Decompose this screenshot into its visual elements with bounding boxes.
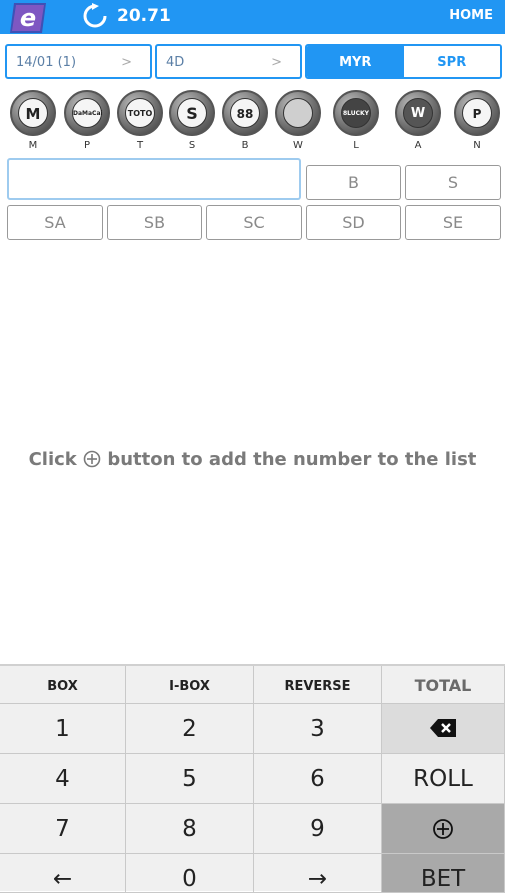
reverse-button[interactable]: REVERSE	[254, 666, 382, 704]
lottery-a[interactable]: W A	[393, 90, 443, 151]
chevron-right-icon: >	[121, 55, 132, 70]
total-label: TOTAL	[382, 666, 505, 704]
sabah88-logo-icon: 88	[222, 90, 268, 136]
lottery-w[interactable]: W	[273, 90, 323, 151]
circle-plus-icon	[83, 450, 101, 468]
singapore-pools-logo-icon: S	[169, 90, 215, 136]
key-4[interactable]: 4	[0, 754, 126, 804]
balance-amount: 20.71	[117, 6, 171, 26]
perdana-logo-icon: P	[454, 90, 500, 136]
backspace-button[interactable]	[382, 704, 505, 754]
key-9[interactable]: 9	[254, 804, 382, 854]
key-8[interactable]: 8	[126, 804, 254, 854]
empty-list-message: Click button to add the number to the li…	[0, 449, 505, 470]
bet-sc-button[interactable]: SC	[206, 205, 302, 240]
key-3[interactable]: 3	[254, 704, 382, 754]
cursor-right-button[interactable]: →	[254, 854, 382, 893]
lottery-label: W	[293, 140, 303, 151]
lottery-label: P	[83, 140, 91, 151]
bet-sa-button[interactable]: SA	[7, 205, 103, 240]
number-input[interactable]	[7, 158, 301, 200]
bet-button[interactable]: BET	[382, 854, 505, 893]
date-value: 14/01 (1)	[16, 55, 77, 70]
bet-sd-button[interactable]: SD	[306, 205, 401, 240]
key-7[interactable]: 7	[0, 804, 126, 854]
currency-myr-button[interactable]: MYR	[307, 46, 404, 77]
box-button[interactable]: BOX	[0, 666, 126, 704]
bet-se-button[interactable]: SE	[405, 205, 501, 240]
key-1[interactable]: 1	[0, 704, 126, 754]
refresh-icon[interactable]	[82, 3, 108, 29]
app-logo-icon[interactable]: e	[8, 1, 48, 35]
backspace-icon	[430, 719, 456, 737]
game-type-value: 4D	[166, 55, 185, 70]
damacai-horse-logo-icon: DaMaCai	[64, 90, 110, 136]
key-2[interactable]: 2	[126, 704, 254, 754]
toto-logo-icon: TOTO	[117, 90, 163, 136]
lottery-l[interactable]: 8LUCKY L	[331, 90, 381, 151]
lottery-label: T	[136, 140, 144, 151]
lottery-p[interactable]: DaMaCai P	[62, 90, 112, 151]
lottery-label: N	[473, 140, 481, 151]
roll-button[interactable]: ROLL	[382, 754, 505, 804]
key-0[interactable]: 0	[126, 854, 254, 893]
chevron-right-icon: >	[271, 55, 282, 70]
lottery-label: S	[188, 140, 196, 151]
ibox-button[interactable]: I-BOX	[126, 666, 254, 704]
lottery-label: L	[353, 140, 359, 151]
app-header: e 20.71 HOME	[0, 0, 505, 34]
wawasan-logo-icon: W	[395, 90, 441, 136]
lottery-b[interactable]: 88 B	[220, 90, 270, 151]
cursor-left-button[interactable]: ←	[0, 854, 126, 893]
bet-sb-button[interactable]: SB	[107, 205, 202, 240]
lottery-label: B	[241, 140, 249, 151]
keypad: BOX I-BOX REVERSE TOTAL 1 2 3 4 5 6 ROLL…	[0, 664, 505, 893]
add-icon	[433, 819, 453, 839]
lottery-s[interactable]: S S	[167, 90, 217, 151]
svg-text:e: e	[20, 4, 36, 32]
stc-logo-icon	[275, 90, 321, 136]
game-type-selector[interactable]: 4D >	[155, 44, 302, 79]
bet-big-button[interactable]: B	[306, 165, 401, 200]
lottery-label: M	[28, 140, 38, 151]
lottery-n[interactable]: P N	[452, 90, 502, 151]
lottery-label: A	[414, 140, 422, 151]
key-5[interactable]: 5	[126, 754, 254, 804]
currency-spr-button[interactable]: SPR	[403, 46, 500, 77]
8lucky-logo-icon: 8LUCKY	[333, 90, 379, 136]
empty-message-suffix: button to add the number to the list	[107, 449, 477, 470]
lottery-m[interactable]: M M	[8, 90, 58, 151]
add-number-button[interactable]	[382, 804, 505, 854]
magnum-logo-icon: M	[10, 90, 56, 136]
currency-toggle: MYR SPR	[305, 44, 502, 79]
lottery-t[interactable]: TOTO T	[115, 90, 165, 151]
empty-message-prefix: Click	[28, 449, 77, 470]
home-link[interactable]: HOME	[449, 8, 493, 23]
key-6[interactable]: 6	[254, 754, 382, 804]
date-selector[interactable]: 14/01 (1) >	[5, 44, 152, 79]
bet-small-button[interactable]: S	[405, 165, 501, 200]
